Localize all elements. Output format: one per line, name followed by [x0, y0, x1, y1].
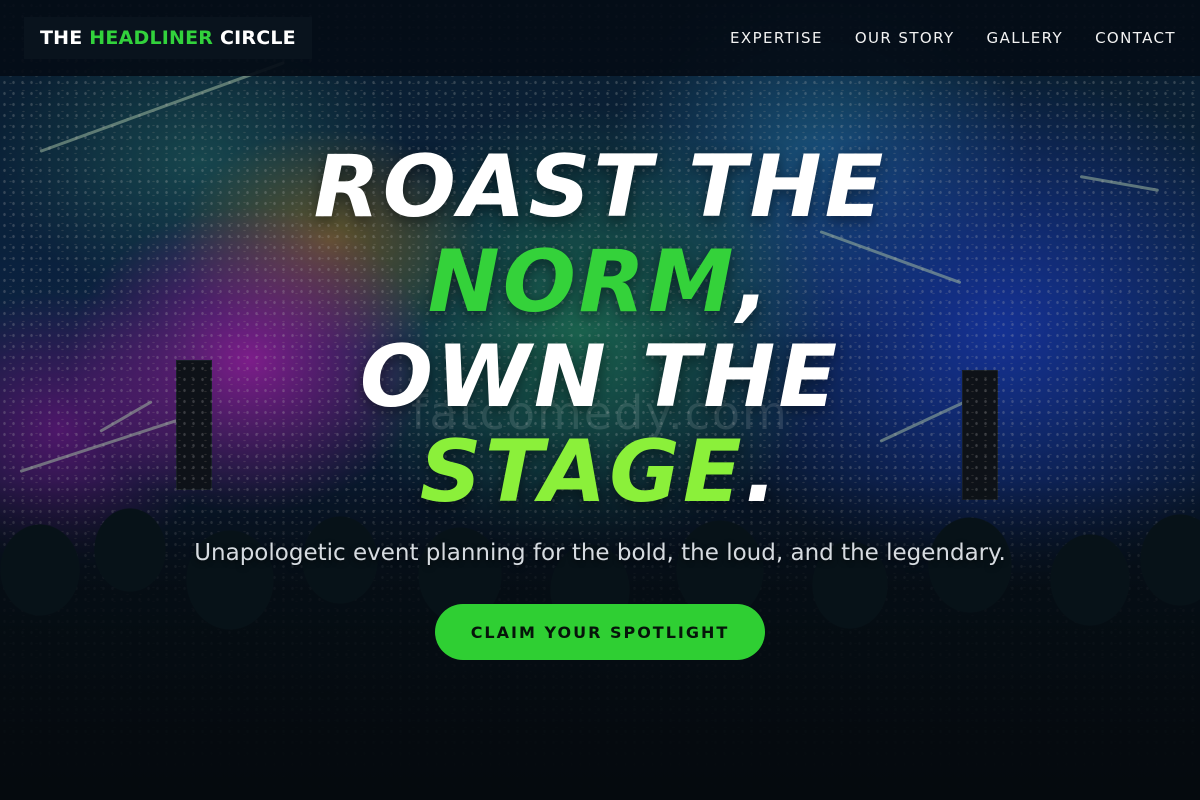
hero-subtitle: Unapologetic event planning for the bold… — [194, 540, 1006, 566]
claim-spotlight-button[interactable]: CLAIM YOUR SPOTLIGHT — [435, 604, 765, 660]
main-nav: EXPERTISE OUR STORY GALLERY CONTACT — [730, 29, 1176, 47]
top-navbar: THE HEADLINER CIRCLE EXPERTISE OUR STORY… — [0, 0, 1200, 76]
hero-background: fatcomedy.com THE HEADLINER CIRCLE EXPER… — [0, 0, 1200, 800]
headline-accent-norm: NORM — [427, 232, 737, 332]
hero-section: ROAST THE NORM, OWN THE STAGE. — [0, 140, 1200, 520]
brand-name-part1: THE — [40, 27, 83, 49]
hero-headline: ROAST THE NORM, OWN THE STAGE. — [0, 140, 1200, 520]
headline-comma: , — [736, 232, 773, 332]
nav-link-our-story[interactable]: OUR STORY — [855, 29, 955, 47]
nav-link-contact[interactable]: CONTACT — [1095, 29, 1176, 47]
nav-link-expertise[interactable]: EXPERTISE — [730, 29, 823, 47]
brand-name-accent: HEADLINER — [89, 27, 214, 49]
headline-period: . — [744, 422, 781, 522]
headline-line-3: OWN THE — [359, 327, 841, 427]
headline-line-2: NORM, — [0, 235, 1200, 330]
nav-link-gallery[interactable]: GALLERY — [987, 29, 1064, 47]
brand-name-part2: CIRCLE — [219, 27, 296, 49]
headline-line-1: ROAST THE — [313, 137, 887, 237]
brand-logo[interactable]: THE HEADLINER CIRCLE — [24, 17, 312, 59]
headline-accent-stage: STAGE — [419, 422, 745, 522]
headline-line-4: STAGE. — [0, 425, 1200, 520]
